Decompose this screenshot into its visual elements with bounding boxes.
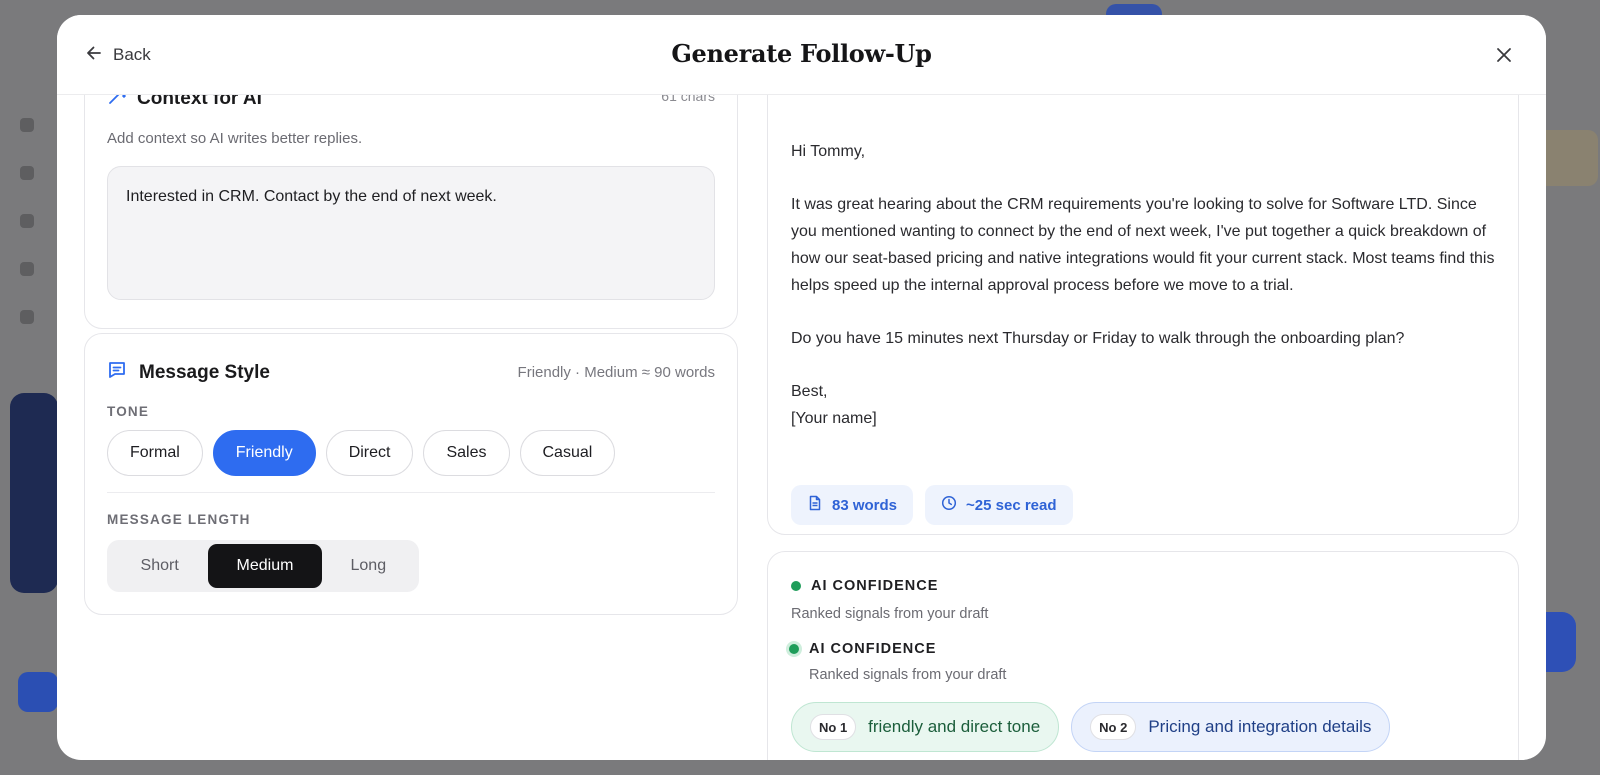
divider	[107, 492, 715, 493]
message-length-selector: Short Medium Long	[107, 540, 419, 592]
tone-option-casual[interactable]: Casual	[519, 430, 616, 476]
tone-option-direct[interactable]: Direct	[325, 430, 414, 476]
ai-confidence-title: AI CONFIDENCE	[809, 641, 937, 657]
tone-option-friendly[interactable]: Friendly	[212, 430, 316, 476]
modal-title: Generate Follow-Up	[671, 39, 932, 68]
style-summary: Friendly · Medium ≈ 90 words	[517, 364, 715, 381]
backdrop-nav-icon	[20, 262, 34, 276]
tone-selector: Formal Friendly Direct Sales Casual	[107, 430, 616, 476]
message-length-label: MESSAGE LENGTH	[107, 512, 251, 527]
app-logo	[14, 14, 54, 44]
length-option-long[interactable]: Long	[322, 544, 415, 588]
ai-confidence-heading: AI CONFIDENCE	[791, 578, 938, 594]
length-option-short[interactable]: Short	[111, 544, 208, 588]
close-button[interactable]	[1492, 43, 1516, 67]
email-paragraph: Do you have 15 minutes next Thursday or …	[791, 330, 1405, 347]
tone-option-formal[interactable]: Formal	[107, 430, 203, 476]
follow-up-modal: Context for AI 61 chars Add context so A…	[57, 15, 1546, 760]
signal-chip: No 2 Pricing and integration details	[1071, 702, 1391, 752]
signal-rank: No 2	[1090, 714, 1137, 740]
email-paragraph: It was great hearing about the CRM requi…	[791, 196, 1495, 294]
clock-icon	[941, 495, 957, 515]
close-icon	[1492, 48, 1516, 71]
ai-confidence-card: AI CONFIDENCE Ranked signals from your d…	[767, 551, 1519, 760]
signal-label: friendly and direct tone	[868, 717, 1041, 736]
backdrop-nav-icon	[20, 214, 34, 228]
message-style-card: Message Style Friendly · Medium ≈ 90 wor…	[84, 333, 738, 615]
read-time-text: ~25 sec read	[966, 496, 1057, 514]
backdrop-nav-icon	[20, 166, 34, 180]
status-dot-icon	[789, 644, 799, 654]
email-draft-body[interactable]: Hi Tommy, It was great hearing about the…	[791, 138, 1501, 432]
length-option-medium[interactable]: Medium	[208, 544, 322, 588]
ai-confidence-title: AI CONFIDENCE	[811, 578, 939, 594]
ai-confidence-subtitle: Ranked signals from your draft	[791, 606, 989, 622]
backdrop-promo-card	[10, 393, 58, 593]
tone-label: TONE	[107, 404, 150, 419]
email-greeting: Hi Tommy,	[791, 143, 866, 160]
signal-label: Pricing and integration details	[1148, 717, 1372, 736]
document-icon	[807, 495, 823, 515]
modal-header: Back Generate Follow-Up	[57, 15, 1546, 95]
word-count-badge: 83 words	[791, 485, 914, 525]
status-dot-icon	[791, 581, 801, 591]
context-textarea[interactable]: Interested in CRM. Contact by the end of…	[107, 166, 715, 300]
ai-confidence-subtitle: Ranked signals from your draft	[809, 667, 1007, 683]
ai-confidence-heading: AI CONFIDENCE	[789, 641, 936, 657]
context-subtitle: Add context so AI writes better replies.	[107, 130, 363, 147]
message-style-title-row: Message Style	[107, 360, 270, 386]
confidence-signals: No 1 friendly and direct tone No 2 Prici…	[791, 702, 1391, 752]
backdrop-sidebar	[0, 110, 56, 410]
context-card: Context for AI 61 chars Add context so A…	[84, 55, 738, 329]
email-signoff: Best,	[791, 383, 828, 400]
email-signature: [Your name]	[791, 410, 877, 427]
backdrop-button	[18, 672, 58, 712]
signal-chip: No 1 friendly and direct tone	[791, 702, 1060, 752]
backdrop-nav-icon	[20, 310, 34, 324]
read-time-badge: ~25 sec read	[925, 485, 1073, 525]
message-style-title: Message Style	[139, 362, 270, 383]
email-stats: 83 words ~25 sec read	[791, 485, 1073, 525]
email-draft-card: Hi Tommy, It was great hearing about the…	[767, 55, 1519, 535]
tone-option-sales[interactable]: Sales	[423, 430, 510, 476]
word-count-text: 83 words	[832, 496, 898, 514]
chat-bubble-icon	[107, 360, 127, 386]
signal-rank: No 1	[810, 714, 857, 740]
backdrop-nav-icon	[20, 118, 34, 132]
